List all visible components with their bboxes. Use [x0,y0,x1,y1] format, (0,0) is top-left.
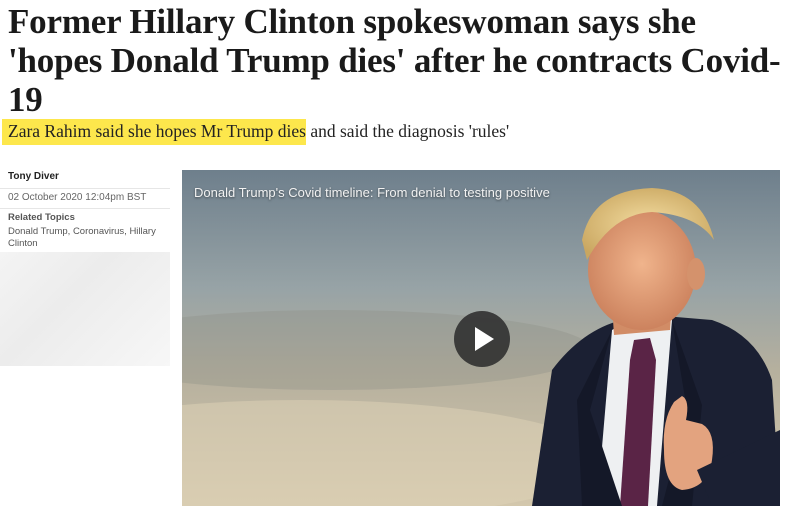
divider [0,208,170,209]
article-headline: Former Hillary Clinton spokeswoman says … [8,2,781,119]
video-player[interactable]: Donald Trump's Covid timeline: From deni… [182,170,780,506]
play-icon [475,327,494,351]
standfirst-text: and said the diagnosis 'rules' [305,121,510,141]
article-standfirst: Zara Rahim said she hopes Mr Trump dies … [2,117,509,145]
highlighted-standfirst-text: Zara Rahim said she hopes Mr Trump dies [2,119,306,145]
related-topics-label: Related Topics [8,212,75,223]
related-topics-links[interactable]: Donald Trump, Coronavirus, Hillary Clint… [8,226,168,250]
blurred-ad-placeholder [0,252,170,366]
author-byline[interactable]: Tony Diver [8,171,59,182]
divider [0,188,170,189]
publish-date: 02 October 2020 12:04pm BST [8,192,147,203]
video-title: Donald Trump's Covid timeline: From deni… [194,185,550,200]
play-button[interactable] [454,311,510,367]
